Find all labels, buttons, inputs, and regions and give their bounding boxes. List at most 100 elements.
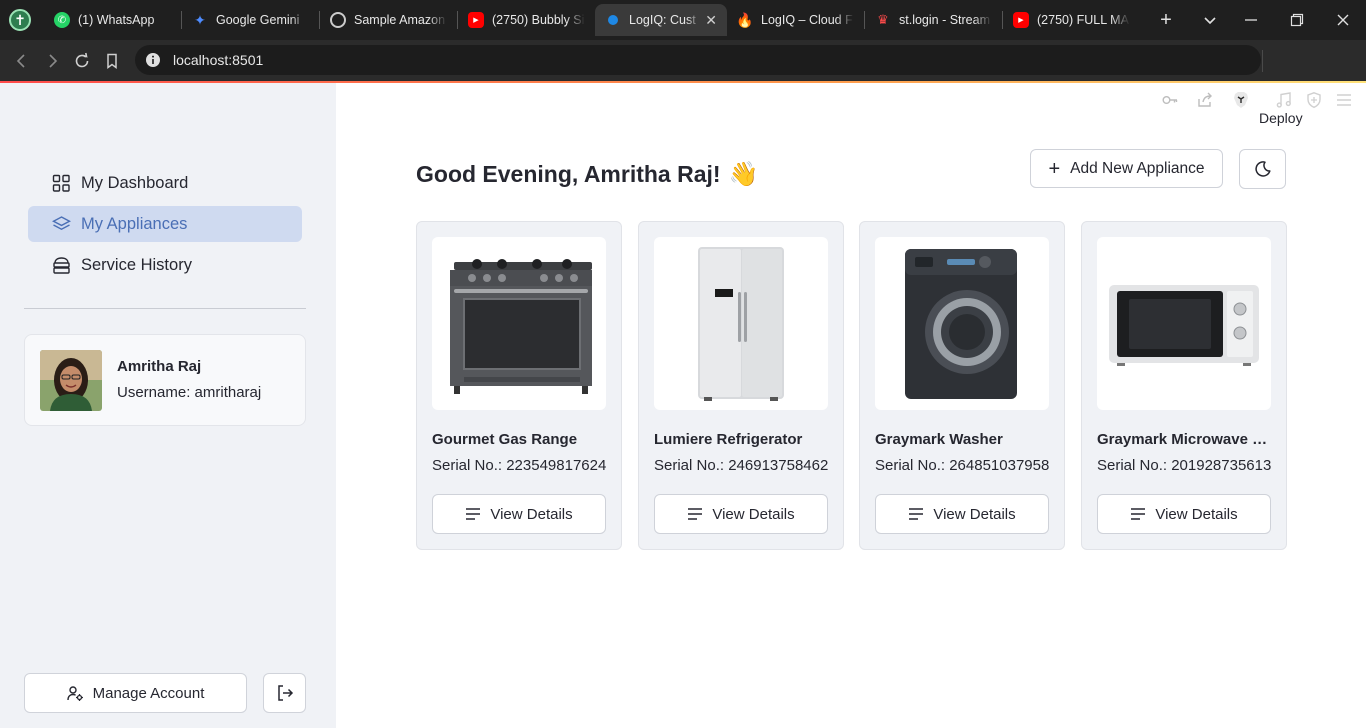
tab-title: (1) WhatsApp bbox=[78, 13, 155, 27]
sidebar: My Dashboard My Appliances Service Histo… bbox=[0, 83, 336, 728]
serial-value: 264851037958 bbox=[949, 457, 1050, 474]
key-icon bbox=[1162, 95, 1178, 104]
browser-main-menu-button[interactable] bbox=[1332, 88, 1356, 112]
tab-search-button[interactable] bbox=[1200, 0, 1220, 40]
whatsapp-icon: ✆ bbox=[54, 12, 70, 28]
view-details-button[interactable]: View Details bbox=[1097, 494, 1271, 534]
sidebar-item-service-history[interactable]: Service History bbox=[28, 247, 302, 283]
serial-label: Serial No.: bbox=[654, 457, 725, 474]
lines-icon bbox=[909, 508, 924, 520]
media-button[interactable] bbox=[1272, 88, 1296, 112]
sidebar-item-label: My Dashboard bbox=[81, 173, 189, 192]
forward-button[interactable] bbox=[37, 46, 67, 76]
close-window-button[interactable] bbox=[1335, 0, 1351, 40]
lines-icon bbox=[466, 508, 481, 520]
bookmark-icon bbox=[107, 53, 117, 69]
lines-icon bbox=[1131, 508, 1146, 520]
browser-tab-gemini[interactable]: ✦ Google Gemini bbox=[182, 4, 319, 36]
back-button[interactable] bbox=[7, 46, 37, 76]
hamburger-menu-icon bbox=[1337, 94, 1351, 106]
theme-toggle-button[interactable] bbox=[1239, 149, 1286, 189]
tab-title: LogIQ: Cust bbox=[629, 13, 696, 27]
tab-title: st.login - Stream bbox=[899, 13, 991, 27]
appliance-image bbox=[1097, 237, 1271, 410]
appliance-name: Graymark Microwave Oven bbox=[1097, 431, 1277, 448]
logout-button[interactable] bbox=[263, 673, 306, 713]
share-icon bbox=[1198, 92, 1212, 107]
minimize-button[interactable] bbox=[1243, 0, 1259, 40]
appliance-card: Gourmet Gas Range Serial No.: 2235498176… bbox=[416, 221, 622, 550]
view-details-label: View Details bbox=[490, 505, 573, 523]
gemini-icon: ✦ bbox=[194, 11, 206, 28]
shield-icon bbox=[1307, 92, 1321, 109]
sidebar-item-label: Service History bbox=[81, 255, 192, 274]
music-note-icon bbox=[1276, 92, 1291, 108]
profile-username: Username: amritharaj bbox=[117, 384, 261, 401]
appliance-image bbox=[432, 237, 606, 410]
serial-value: 223549817624 bbox=[506, 457, 607, 474]
manage-account-button[interactable]: Manage Account bbox=[24, 673, 247, 713]
brave-lion-icon bbox=[1234, 92, 1248, 108]
plus-icon: + bbox=[1048, 157, 1061, 180]
appliance-serial: Serial No.: 201928735613 bbox=[1097, 457, 1271, 474]
restore-button[interactable] bbox=[1289, 0, 1305, 40]
view-details-label: View Details bbox=[712, 505, 795, 523]
browser-tab-firebase[interactable]: 🔥 LogIQ – Cloud F bbox=[727, 4, 864, 36]
inbox-stack-icon bbox=[53, 256, 70, 274]
browser-tab-youtube-2[interactable]: ▶ (2750) FULL MA bbox=[1003, 4, 1140, 36]
tab-close-icon[interactable]: ✕ bbox=[705, 12, 717, 29]
sidebar-item-appliances[interactable]: My Appliances bbox=[28, 206, 302, 242]
tab-title: Sample Amazon bbox=[354, 13, 446, 27]
deploy-button[interactable]: Deploy bbox=[1259, 110, 1303, 126]
browser-tab-sample-amazon[interactable]: Sample Amazon bbox=[320, 4, 457, 36]
sidebar-divider bbox=[24, 308, 306, 309]
browser-tab-logiq-active[interactable]: LogIQ: Cust ✕ bbox=[595, 4, 727, 36]
appliance-name: Lumiere Refrigerator bbox=[654, 431, 803, 448]
youtube-icon: ▶ bbox=[1013, 12, 1029, 28]
profile-card: Amritha Raj Username: amritharaj bbox=[24, 334, 306, 426]
user-settings-icon bbox=[66, 685, 83, 701]
youtube-icon: ▶ bbox=[468, 12, 484, 28]
appliance-serial: Serial No.: 264851037958 bbox=[875, 457, 1049, 474]
appliance-name: Gourmet Gas Range bbox=[432, 431, 578, 448]
username-label: Username: bbox=[117, 384, 191, 401]
browser-menu-button[interactable]: ✝ bbox=[6, 6, 34, 34]
tab-title: (2750) Bubbly Si bbox=[492, 13, 585, 27]
browser-tab-strip: ✝ ✆ (1) WhatsApp ✦ Google Gemini Sample … bbox=[0, 0, 1366, 40]
brave-shields-button[interactable] bbox=[1229, 88, 1253, 112]
tab-title: (2750) FULL MA bbox=[1037, 13, 1129, 27]
browser-tab-whatsapp[interactable]: ✆ (1) WhatsApp bbox=[44, 4, 181, 36]
tab-title: LogIQ – Cloud F bbox=[761, 13, 853, 27]
view-details-button[interactable]: View Details bbox=[875, 494, 1049, 534]
minimize-icon bbox=[1245, 19, 1257, 21]
layers-icon bbox=[52, 215, 71, 230]
logout-icon bbox=[277, 685, 293, 701]
tab-title: Google Gemini bbox=[216, 13, 300, 27]
view-details-button[interactable]: View Details bbox=[654, 494, 828, 534]
firebase-icon: 🔥 bbox=[736, 11, 754, 28]
info-icon[interactable] bbox=[145, 52, 161, 68]
greeting-text: Good Evening, Amritha Raj! bbox=[416, 161, 721, 187]
appliance-serial: Serial No.: 223549817624 bbox=[432, 457, 606, 474]
address-bar[interactable]: localhost:8501 bbox=[135, 45, 1261, 75]
browser-tab-streamlit[interactable]: ♛ st.login - Stream bbox=[865, 4, 1002, 36]
bookmark-button[interactable] bbox=[97, 46, 127, 76]
avatar bbox=[40, 350, 102, 411]
appliance-name: Graymark Washer bbox=[875, 431, 1003, 448]
browser-tab-youtube-1[interactable]: ▶ (2750) Bubbly Si bbox=[458, 4, 595, 36]
sidebar-item-dashboard[interactable]: My Dashboard bbox=[28, 165, 302, 201]
reload-button[interactable] bbox=[67, 46, 97, 76]
browser-toolbar: localhost:8501 bbox=[0, 40, 1366, 109]
password-key-button[interactable] bbox=[1158, 88, 1182, 112]
view-details-button[interactable]: View Details bbox=[432, 494, 606, 534]
appliance-image bbox=[654, 237, 828, 410]
profile-name: Amritha Raj bbox=[117, 358, 202, 375]
serial-value: 246913758462 bbox=[728, 457, 829, 474]
openai-icon bbox=[330, 12, 346, 28]
share-button[interactable] bbox=[1193, 88, 1217, 112]
vpn-button[interactable] bbox=[1302, 88, 1326, 112]
streamlit-icon: ♛ bbox=[877, 12, 889, 27]
serial-label: Serial No.: bbox=[1097, 457, 1168, 474]
new-tab-button[interactable]: + bbox=[1150, 9, 1182, 32]
add-new-appliance-button[interactable]: + Add New Appliance bbox=[1030, 149, 1223, 188]
